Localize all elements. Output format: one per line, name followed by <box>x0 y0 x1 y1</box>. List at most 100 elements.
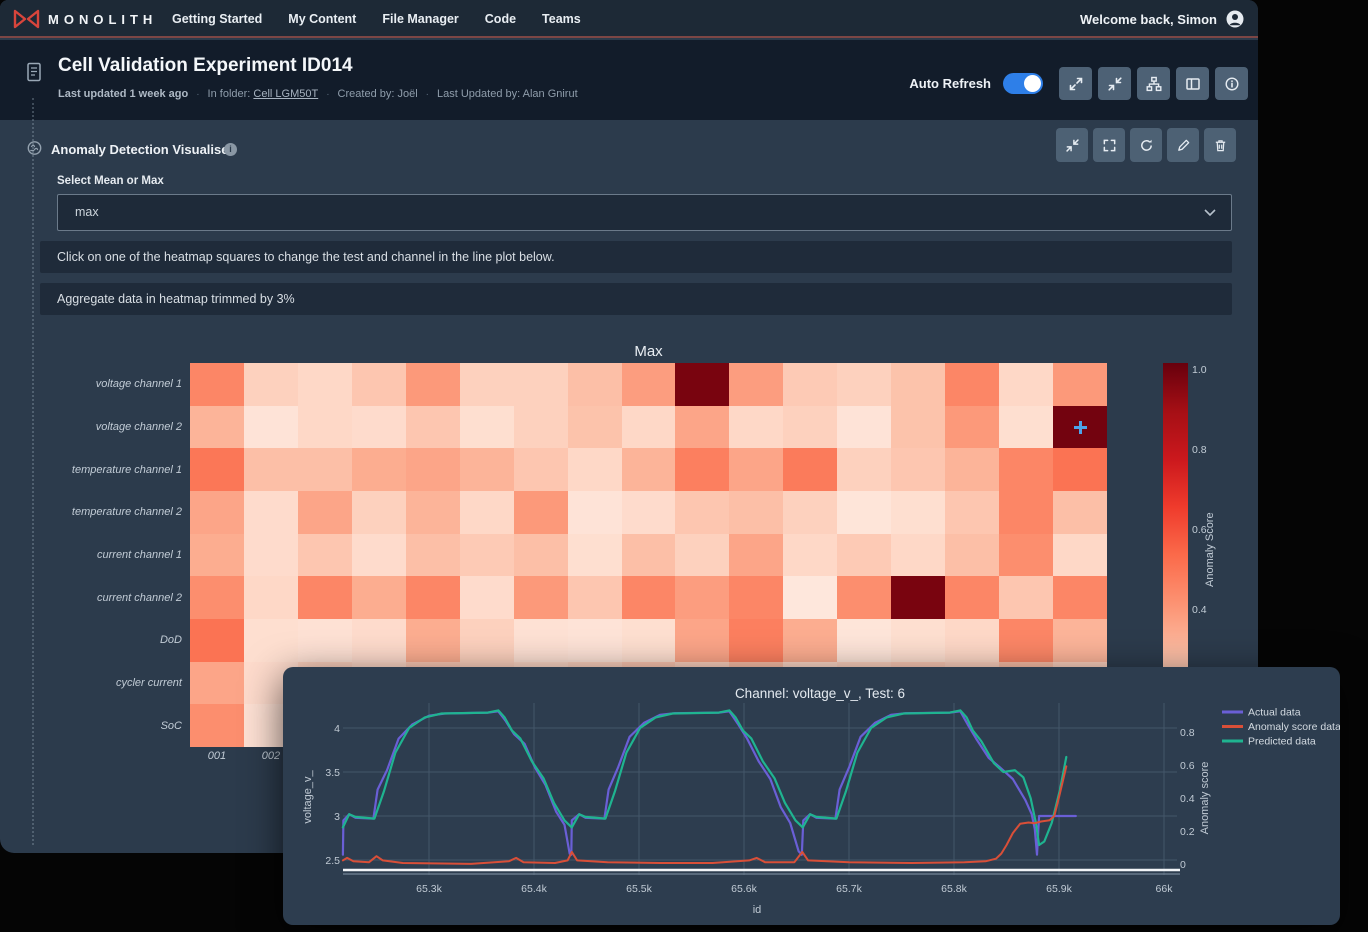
heatmap-cell[interactable] <box>783 448 837 491</box>
heatmap-cell[interactable] <box>190 576 244 619</box>
heatmap-cell[interactable] <box>568 448 622 491</box>
heatmap-cell[interactable] <box>460 406 514 449</box>
heatmap-cell[interactable] <box>568 576 622 619</box>
heatmap-cell[interactable] <box>999 619 1053 662</box>
heatmap-cell[interactable] <box>891 491 945 534</box>
heatmap-cell[interactable] <box>514 619 568 662</box>
heatmap-cell[interactable] <box>945 534 999 577</box>
legend-label[interactable]: Actual data <box>1248 707 1301 719</box>
heatmap-cell[interactable] <box>837 534 891 577</box>
heatmap-cell[interactable] <box>675 619 729 662</box>
heatmap-cell[interactable] <box>729 576 783 619</box>
auto-refresh-toggle[interactable] <box>1003 73 1043 94</box>
heatmap-cell[interactable] <box>406 576 460 619</box>
heatmap-cell[interactable] <box>298 619 352 662</box>
collapse-button[interactable] <box>1098 67 1131 100</box>
heatmap-cell[interactable] <box>622 406 676 449</box>
heatmap-cell[interactable] <box>1053 448 1107 491</box>
heatmap-cell[interactable] <box>244 448 298 491</box>
expand-button[interactable] <box>1059 67 1092 100</box>
user-avatar-icon[interactable] <box>1226 10 1244 28</box>
heatmap-cell[interactable] <box>244 491 298 534</box>
heatmap-cell[interactable] <box>783 491 837 534</box>
heatmap-cell[interactable] <box>999 576 1053 619</box>
heatmap-cell[interactable] <box>514 363 568 406</box>
folder-link[interactable]: Cell LGM50T <box>253 88 318 100</box>
heatmap-cell[interactable] <box>460 534 514 577</box>
nav-item-teams[interactable]: Teams <box>542 12 581 26</box>
heatmap-cell[interactable] <box>190 491 244 534</box>
heatmap-cell[interactable] <box>406 448 460 491</box>
heatmap-cell[interactable] <box>190 704 244 747</box>
legend-label[interactable]: Predicted data <box>1248 736 1316 748</box>
info-button[interactable] <box>1215 67 1248 100</box>
heatmap-cell[interactable] <box>1053 534 1107 577</box>
heatmap-cell[interactable] <box>675 534 729 577</box>
heatmap-cell[interactable] <box>999 491 1053 534</box>
heatmap-cell[interactable] <box>514 576 568 619</box>
heatmap-cell[interactable] <box>729 448 783 491</box>
heatmap-cell[interactable] <box>675 406 729 449</box>
heatmap-cell[interactable] <box>190 406 244 449</box>
heatmap-cell[interactable] <box>298 491 352 534</box>
heatmap-cell[interactable] <box>514 491 568 534</box>
heatmap-cell[interactable] <box>352 448 406 491</box>
heatmap-cell[interactable] <box>999 534 1053 577</box>
heatmap-cell[interactable] <box>568 406 622 449</box>
heatmap-cell[interactable] <box>352 619 406 662</box>
edit-widget-button[interactable] <box>1167 128 1199 162</box>
heatmap-cell[interactable] <box>406 534 460 577</box>
heatmap-cell[interactable] <box>568 491 622 534</box>
heatmap-cell[interactable] <box>352 576 406 619</box>
heatmap-cell[interactable] <box>999 363 1053 406</box>
heatmap-cell[interactable] <box>298 576 352 619</box>
nav-item-my-content[interactable]: My Content <box>288 12 356 26</box>
heatmap-cell[interactable] <box>352 406 406 449</box>
heatmap-cell[interactable] <box>945 619 999 662</box>
heatmap-cell[interactable] <box>891 448 945 491</box>
fullscreen-widget-button[interactable] <box>1093 128 1125 162</box>
heatmap-cell[interactable] <box>783 534 837 577</box>
heatmap-cell[interactable] <box>406 619 460 662</box>
heatmap-cell[interactable] <box>622 619 676 662</box>
heatmap-cell[interactable] <box>298 406 352 449</box>
heatmap-cell[interactable] <box>891 619 945 662</box>
heatmap-cell[interactable] <box>675 363 729 406</box>
heatmap-cell[interactable] <box>945 363 999 406</box>
heatmap-cell[interactable] <box>783 576 837 619</box>
heatmap-cell[interactable] <box>514 406 568 449</box>
heatmap-cell[interactable] <box>406 491 460 534</box>
heatmap-cell[interactable] <box>244 619 298 662</box>
heatmap-cell[interactable] <box>298 448 352 491</box>
heatmap-cell[interactable] <box>891 534 945 577</box>
heatmap-cell[interactable] <box>190 448 244 491</box>
heatmap-cell[interactable] <box>837 619 891 662</box>
heatmap-cell[interactable] <box>1053 363 1107 406</box>
legend-label[interactable]: Anomaly score data <box>1248 721 1340 733</box>
heatmap-cell[interactable] <box>891 406 945 449</box>
heatmap-cell[interactable] <box>891 363 945 406</box>
heatmap-cell[interactable] <box>999 448 1053 491</box>
heatmap-cell[interactable] <box>568 363 622 406</box>
heatmap-cell[interactable] <box>568 619 622 662</box>
heatmap-cell[interactable] <box>675 576 729 619</box>
heatmap-cell[interactable] <box>514 448 568 491</box>
heatmap-cell[interactable] <box>622 491 676 534</box>
heatmap-cell[interactable] <box>622 534 676 577</box>
heatmap-cell[interactable] <box>352 534 406 577</box>
nav-item-file-manager[interactable]: File Manager <box>382 12 458 26</box>
heatmap-cell[interactable] <box>514 534 568 577</box>
heatmap-cell[interactable] <box>190 363 244 406</box>
heatmap-cell[interactable] <box>729 491 783 534</box>
heatmap-cell[interactable] <box>837 448 891 491</box>
heatmap-cell[interactable] <box>352 491 406 534</box>
heatmap-cell[interactable] <box>729 363 783 406</box>
heatmap-cell[interactable] <box>460 448 514 491</box>
heatmap-cell[interactable] <box>298 363 352 406</box>
nav-item-getting-started[interactable]: Getting Started <box>172 12 262 26</box>
heatmap-cell[interactable] <box>460 619 514 662</box>
heatmap-cell[interactable] <box>945 448 999 491</box>
heatmap-cell[interactable] <box>460 491 514 534</box>
section-info-icon[interactable]: i <box>224 143 237 156</box>
heatmap-cell[interactable] <box>837 406 891 449</box>
